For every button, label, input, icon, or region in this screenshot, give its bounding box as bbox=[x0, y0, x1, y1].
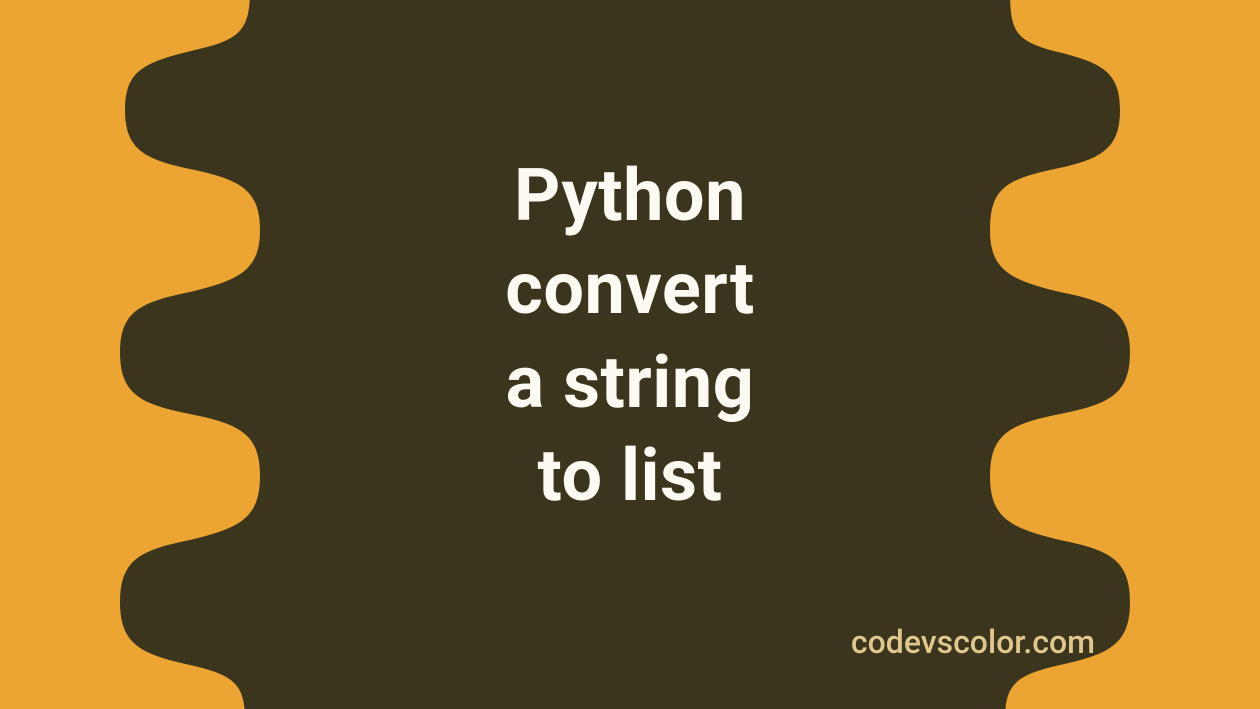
main-title: Python convert a string to list bbox=[505, 149, 754, 523]
title-line-2: convert bbox=[505, 242, 754, 336]
title-line-1: Python bbox=[505, 149, 754, 243]
watermark: codevscolor.com bbox=[851, 623, 1095, 661]
title-line-4: to list bbox=[505, 429, 754, 523]
title-line-3: a string bbox=[505, 336, 754, 430]
